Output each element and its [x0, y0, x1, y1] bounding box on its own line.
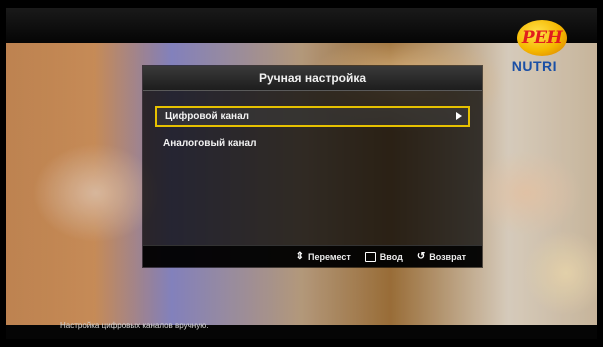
- chevron-right-icon: [456, 112, 462, 120]
- return-icon: ↺: [416, 251, 426, 262]
- top-letterbox: [6, 8, 597, 43]
- manual-tuning-menu: Ручная настройка Цифровой канал Аналогов…: [143, 66, 482, 267]
- channel-logo-text: РЕН: [521, 28, 563, 48]
- hint-enter: Ввод: [364, 251, 403, 262]
- menu-footer: ⇕ Перемест Ввод ↺ Возврат: [143, 245, 482, 267]
- menu-item-digital-channel[interactable]: Цифровой канал: [155, 106, 470, 127]
- hint-move-label: Перемест: [307, 251, 351, 262]
- hint-enter-label: Ввод: [379, 251, 403, 262]
- enter-icon: [364, 251, 376, 262]
- status-help-text: Настройка цифровых каналов вручную.: [60, 321, 209, 330]
- menu-title: Ручная настройка: [143, 66, 482, 91]
- menu-item-label: Аналоговый канал: [163, 138, 257, 149]
- sponsor-logo: NUTRI: [511, 58, 557, 74]
- menu-item-analog-channel[interactable]: Аналоговый канал: [155, 133, 470, 154]
- tv-screen: РЕН NUTRI Ручная настройка Цифровой кана…: [6, 8, 597, 339]
- menu-item-label: Цифровой канал: [165, 111, 249, 122]
- hint-return-label: Возврат: [429, 251, 466, 262]
- hint-return: ↺ Возврат: [417, 251, 466, 262]
- up-down-arrow-icon: ⇕: [295, 251, 304, 262]
- channel-logo: РЕН: [517, 20, 567, 56]
- hint-move: ⇕ Перемест: [296, 251, 351, 262]
